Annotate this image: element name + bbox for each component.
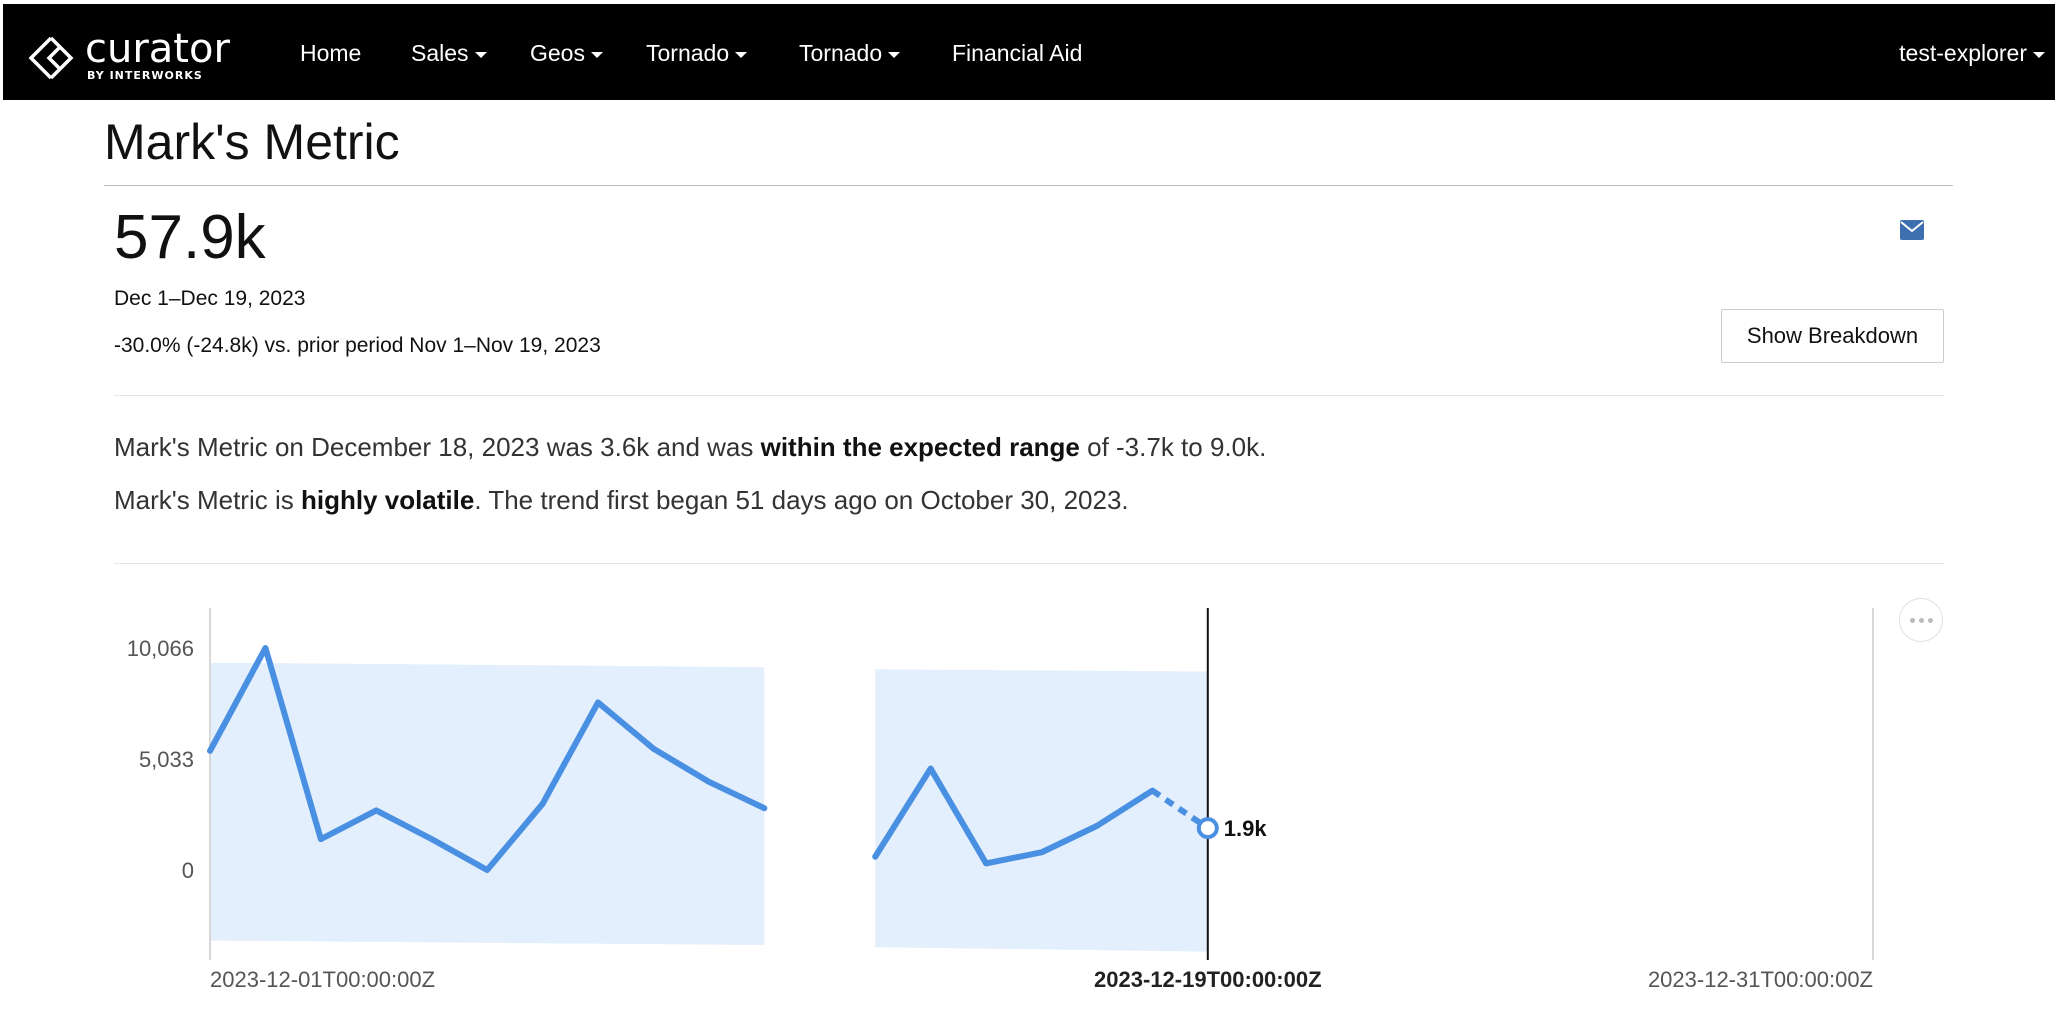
metric-value: 57.9k bbox=[114, 203, 266, 272]
caret-down-icon bbox=[888, 51, 901, 58]
current-value-marker bbox=[1196, 817, 1219, 840]
nav-item-label: Geos bbox=[530, 40, 585, 66]
nav-item-label: Tornado bbox=[646, 40, 730, 66]
caret-down-icon bbox=[474, 51, 487, 58]
curator-logo-icon bbox=[28, 36, 74, 80]
current-value-label: 1.9k bbox=[1224, 816, 1268, 841]
divider bbox=[114, 395, 1944, 396]
brand-name: curator bbox=[85, 26, 230, 72]
metric-period: Dec 1–Dec 19, 2023 bbox=[114, 287, 306, 310]
nav-item-label: Tornado bbox=[799, 40, 883, 66]
expected-range-band-1 bbox=[210, 662, 765, 945]
insight-text: Mark's Metric is bbox=[114, 485, 301, 515]
user-menu[interactable]: test-explorer bbox=[1899, 40, 2045, 67]
divider bbox=[114, 563, 1944, 564]
caret-down-icon bbox=[2033, 51, 2045, 58]
y-tick-label: 0 bbox=[182, 858, 194, 883]
insight-text: of -3.7k to 9.0k. bbox=[1079, 432, 1267, 462]
user-menu-label: test-explorer bbox=[1899, 40, 2027, 66]
insight-text: Mark's Metric on December 18, 2023 was 3… bbox=[114, 432, 761, 462]
nav-item-sales[interactable]: Sales bbox=[411, 40, 487, 67]
caret-down-icon bbox=[590, 51, 603, 58]
x-tick-label: 2023-12-19T00:00:00Z bbox=[1094, 967, 1321, 992]
metric-comparison: -30.0% (-24.8k) vs. prior period Nov 1–N… bbox=[114, 334, 601, 357]
y-tick-label: 5,033 bbox=[139, 747, 194, 772]
nav-item-financial-aid[interactable]: Financial Aid bbox=[952, 40, 1082, 67]
nav-item-label: Sales bbox=[411, 40, 469, 66]
nav-item-home[interactable]: Home bbox=[300, 40, 361, 67]
insight-volatility: Mark's Metric is highly volatile. The tr… bbox=[114, 485, 1129, 516]
y-tick-label: 10,066 bbox=[127, 636, 194, 661]
caret-down-icon bbox=[735, 51, 748, 58]
x-tick-label: 2023-12-31T00:00:00Z bbox=[1648, 967, 1873, 992]
page-title: Mark's Metric bbox=[104, 114, 400, 170]
insight-text: . The trend first began 51 days ago on O… bbox=[474, 485, 1129, 515]
insight-range: Mark's Metric on December 18, 2023 was 3… bbox=[114, 432, 1266, 463]
metric-trend-chart: 10,066 5,033 0 1.9k 2023-12-01T00:00:00Z 2023… bbox=[127, 608, 1874, 992]
top-navbar: curator BY INTERWORKS Home Sales Geos To… bbox=[3, 4, 2055, 100]
nav-item-geos[interactable]: Geos bbox=[530, 40, 603, 67]
brand-logo[interactable]: curator BY INTERWORKS bbox=[27, 26, 247, 84]
envelope-icon[interactable] bbox=[1900, 220, 1924, 240]
show-breakdown-button[interactable]: Show Breakdown bbox=[1721, 309, 1944, 363]
ellipsis-icon[interactable] bbox=[1899, 598, 1943, 642]
nav-item-label: Home bbox=[300, 40, 362, 66]
nav-item-tornado[interactable]: Tornado bbox=[646, 40, 748, 67]
nav-item-label: Financial Aid bbox=[952, 40, 1083, 66]
expected-range-band-2 bbox=[875, 669, 1208, 952]
insight-emphasis: within the expected range bbox=[760, 432, 1080, 462]
insight-emphasis: highly volatile bbox=[300, 485, 475, 515]
brand-tagline: BY INTERWORKS bbox=[87, 69, 203, 82]
x-tick-label: 2023-12-01T00:00:00Z bbox=[210, 967, 435, 992]
title-divider bbox=[104, 185, 1953, 186]
nav-item-tornado-2[interactable]: Tornado bbox=[799, 40, 901, 67]
